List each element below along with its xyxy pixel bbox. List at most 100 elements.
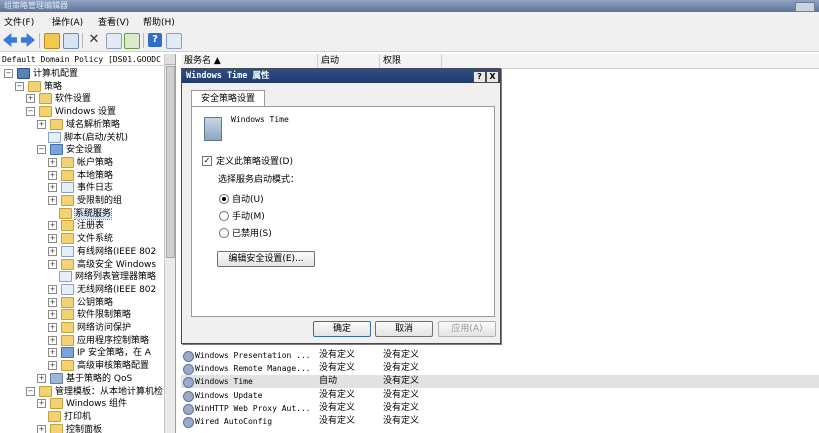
expand-icon[interactable]: + [48,284,57,294]
tree-pane: Default Domain Policy [DS01.GOODC − 计算机配置… [0,54,176,433]
expand-icon[interactable]: + [48,335,57,345]
edit-security-button[interactable]: 编辑安全设置(E)... [217,251,315,267]
tree-item[interactable]: + 基于策略的 QoS [37,372,132,385]
expand-icon[interactable]: + [48,170,57,180]
service-name: Windows Time [231,115,289,124]
expand-icon[interactable]: + [37,373,46,383]
menu-help[interactable]: 帮助(H) [143,15,175,28]
back-icon[interactable] [3,33,17,47]
doc-icon [61,245,74,257]
tree-item[interactable]: + 高级安全 Windows [48,258,156,271]
tree-root-label[interactable]: Default Domain Policy [DS01.GOODC [0,54,164,66]
tree-item[interactable]: + 软件限制策略 [48,309,131,321]
column-permission[interactable]: 权限 [380,54,442,68]
define-policy-checkbox[interactable]: ✓ [202,156,212,166]
expand-icon[interactable]: + [37,119,46,129]
expand-icon[interactable]: + [48,221,57,231]
expand-icon[interactable]: + [37,424,46,433]
radio-disabled[interactable] [219,228,229,238]
collapse-icon[interactable]: − [26,386,35,396]
tree-item[interactable]: − 安全设置 [37,144,102,156]
expand-icon[interactable]: + [48,157,57,167]
help-button[interactable]: ? [473,71,486,83]
folder-icon [61,156,74,168]
tree-item[interactable]: − 计算机配置 [4,68,78,80]
tree-item[interactable]: 系统服务 [48,207,113,220]
collapse-icon[interactable]: − [37,145,46,155]
tree-item[interactable]: 打印机 [37,410,91,423]
close-icon[interactable]: X [486,71,499,83]
forward-icon[interactable] [21,33,35,47]
tree-item[interactable]: + 应用程序控制策略 [48,334,149,347]
tab-security-policy[interactable]: 安全策略设置 [191,90,265,107]
table-row[interactable]: Windows Update 没有定义 没有定义 [181,389,819,402]
tree-item[interactable]: + 高级审核策略配置 [48,360,149,372]
scroll-up-button[interactable] [165,54,175,65]
up-folder-icon[interactable] [44,33,60,49]
tree-item[interactable]: + 本地策略 [48,169,113,182]
scroll-thumb[interactable] [166,66,175,258]
tree-item[interactable]: + 域名解析策略 [37,118,120,131]
menu-view[interactable]: 查看(V) [98,15,129,28]
expand-icon[interactable]: + [48,246,57,256]
folder-icon [50,423,63,433]
show-hide-tree-icon[interactable] [63,33,79,49]
tree-item[interactable]: + 软件设置 [26,93,91,105]
collapse-icon[interactable]: − [15,81,24,91]
tree-item[interactable]: + 无线网络(IEEE 802 [48,283,156,296]
expand-icon[interactable]: + [48,183,57,193]
tree-item[interactable]: + 公钥策略 [48,296,113,309]
expand-icon[interactable]: + [48,234,57,244]
tree-item[interactable]: − 策略 [15,80,62,93]
radio-manual[interactable] [219,211,229,221]
radio-automatic[interactable] [219,194,229,204]
tree-item[interactable]: + 帐户策略 [48,156,113,169]
expand-icon[interactable]: + [37,399,46,409]
properties-icon[interactable] [106,33,122,49]
column-startup[interactable]: 启动 [318,54,380,68]
window-controls[interactable] [795,2,815,12]
expand-icon[interactable]: + [48,310,57,320]
tree-item[interactable]: + Windows 组件 [37,398,127,410]
table-row[interactable]: Wired AutoConfig 没有定义 没有定义 [181,415,819,428]
tree-item[interactable]: 网络列表管理器策略 [48,271,156,283]
delete-icon[interactable]: ✕ [87,33,101,47]
table-row[interactable]: Windows Presentation ... 没有定义 没有定义 [181,349,819,362]
expand-icon[interactable]: + [48,361,57,371]
table-row[interactable]: Windows Time 自动 没有定义 [181,375,819,389]
tree-item[interactable]: + 事件日志 [48,182,113,194]
tree-item[interactable]: + 文件系统 [48,233,113,245]
cell-service-name: Windows Presentation ... [195,351,311,360]
expand-icon[interactable]: + [26,94,35,104]
table-row[interactable]: WinHTTP Web Proxy Aut... 没有定义 没有定义 [181,402,819,415]
tree-item[interactable]: + 网络访问保护 [48,322,131,334]
view-icon[interactable] [166,33,182,49]
expand-icon[interactable]: + [48,297,57,307]
tree-item[interactable]: + 受限制的组 [48,195,122,207]
tree-item[interactable]: + 控制面板 [37,423,102,433]
tree-item[interactable]: − 管理模板：从本地计算机检 [26,385,163,398]
tree-item[interactable]: − Windows 设置 [26,106,116,118]
apply-button[interactable]: 应用(A) [438,321,496,337]
folder-icon [61,309,74,321]
collapse-icon[interactable]: − [4,69,13,78]
menu-action[interactable]: 操作(A) [52,15,83,28]
help-icon[interactable]: ? [148,33,162,47]
dialog-title-bar[interactable]: Windows Time 属性 [182,69,500,83]
tree-item[interactable]: + 注册表 [48,220,104,232]
expand-icon[interactable]: + [48,323,57,332]
expand-icon[interactable]: + [48,259,57,269]
tree-item[interactable]: 脚本(启动/关机) [37,131,128,144]
table-row[interactable]: Windows Remote Manage... 没有定义 没有定义 [181,362,819,376]
ok-button[interactable]: 确定 [313,321,371,337]
column-service-name[interactable]: 服务名 ▲ [181,54,318,68]
export-list-icon[interactable] [124,33,140,49]
tree-scrollbar[interactable] [164,54,175,433]
cancel-button[interactable]: 取消 [375,321,433,337]
collapse-icon[interactable]: − [26,107,35,117]
expand-icon[interactable]: + [48,348,57,358]
expand-icon[interactable]: + [48,196,57,205]
tree-item[interactable]: + 有线网络(IEEE 802 [48,245,156,258]
menu-file[interactable]: 文件(F) [4,15,34,28]
tree-item[interactable]: + IP 安全策略，在 A [48,347,151,359]
